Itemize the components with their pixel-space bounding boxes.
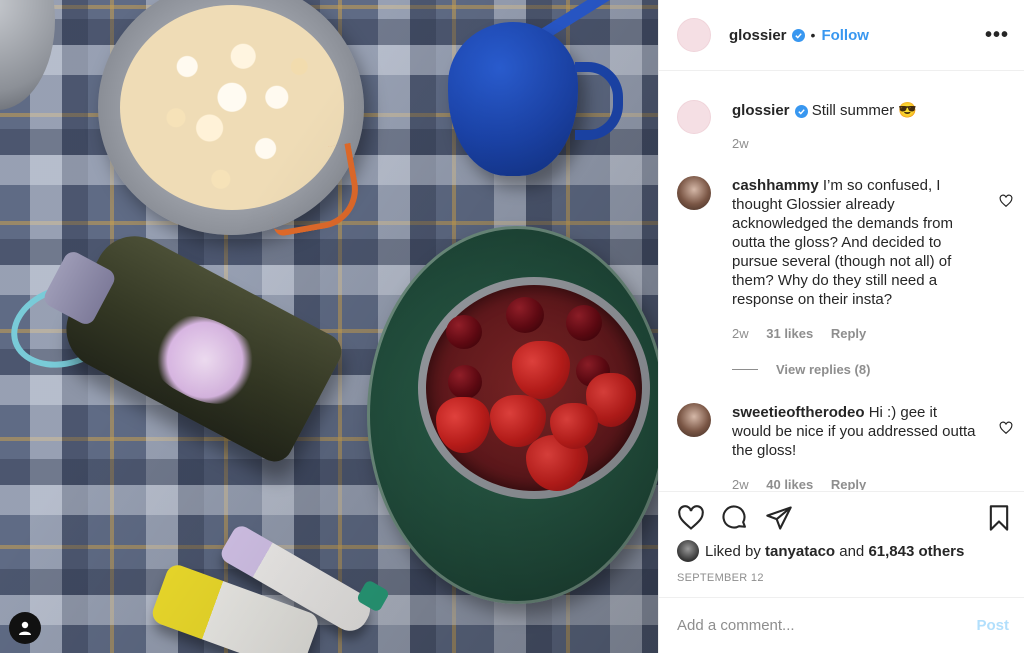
commenter-avatar[interactable] — [677, 176, 711, 210]
verified-badge-icon — [794, 104, 808, 118]
post-panel: glossier • Follow ••• glossier Still sum… — [658, 0, 1024, 653]
account-avatar[interactable] — [677, 18, 711, 52]
commenter-avatar[interactable] — [677, 403, 711, 437]
comment-text-block: sweetieoftherodeo Hi :) gee it would be … — [732, 403, 980, 460]
likes-prefix: Liked by — [705, 542, 761, 560]
share-paper-plane-icon[interactable] — [765, 504, 793, 532]
photo-shade — [0, 0, 658, 653]
comment-username[interactable]: sweetieoftherodeo — [732, 404, 865, 421]
comment-time[interactable]: 2w — [732, 477, 749, 490]
likes-count[interactable]: 61,843 others — [868, 543, 964, 560]
liker-username[interactable]: tanyataco — [765, 543, 835, 560]
like-comment-heart-icon[interactable] — [999, 194, 1013, 208]
add-comment-input[interactable] — [677, 617, 977, 634]
verified-badge-icon — [791, 28, 805, 42]
follow-button[interactable]: Follow — [821, 27, 869, 44]
caption-text-block: glossier Still summer 😎 — [732, 101, 980, 120]
comment-text-block: cashhammy I’m so confused, I thought Glo… — [732, 176, 980, 309]
account-username[interactable]: glossier — [729, 27, 787, 44]
view-replies-label: View replies (8) — [776, 362, 871, 377]
likes-summary[interactable]: Liked by tanyataco and 61,843 others — [677, 540, 964, 562]
comment: sweetieoftherodeo Hi :) gee it would be … — [677, 403, 1017, 490]
caption-text: Still summer 😎 — [811, 102, 918, 119]
header-separator: • — [810, 27, 816, 43]
comment-meta: 2w 31 likes Reply — [732, 326, 880, 341]
replies-line — [732, 369, 758, 370]
comment-likes[interactable]: 40 likes — [766, 477, 813, 490]
add-comment-bar: Post — [659, 597, 1024, 653]
caption: glossier Still summer 😎 2w — [677, 100, 1017, 180]
reply-button[interactable]: Reply — [831, 326, 866, 341]
post-header: glossier • Follow ••• — [659, 0, 1024, 71]
comment-time[interactable]: 2w — [732, 326, 749, 341]
more-options-icon[interactable]: ••• — [985, 24, 1009, 47]
save-bookmark-icon[interactable] — [985, 504, 1013, 532]
reply-button[interactable]: Reply — [831, 477, 866, 490]
tagged-users-button[interactable] — [9, 612, 41, 644]
user-icon — [19, 621, 31, 635]
post-photo[interactable] — [0, 0, 658, 653]
like-heart-icon[interactable] — [677, 504, 705, 532]
caption-meta: 2w — [732, 136, 763, 151]
likes-joiner: and — [839, 542, 865, 560]
post-date[interactable]: SEPTEMBER 12 — [677, 572, 764, 584]
comment-meta: 2w 40 likes Reply — [732, 477, 880, 490]
comments-list[interactable]: glossier Still summer 😎 2w cashhammy I’m… — [659, 72, 1024, 490]
comment-likes[interactable]: 31 likes — [766, 326, 813, 341]
view-replies-button[interactable]: View replies (8) — [732, 362, 870, 377]
caption-avatar[interactable] — [677, 100, 711, 134]
like-comment-heart-icon[interactable] — [999, 421, 1013, 435]
comment-username[interactable]: cashhammy — [732, 177, 819, 194]
post-comment-button[interactable]: Post — [976, 617, 1009, 634]
comment-text: I’m so confused, I thought Glossier alre… — [732, 177, 953, 308]
liker-avatar[interactable] — [677, 540, 699, 562]
post-actions — [659, 491, 1024, 539]
caption-username[interactable]: glossier — [732, 102, 790, 119]
comment: cashhammy I’m so confused, I thought Glo… — [677, 176, 1017, 386]
caption-time[interactable]: 2w — [732, 136, 749, 151]
comment-bubble-icon[interactable] — [721, 504, 749, 532]
